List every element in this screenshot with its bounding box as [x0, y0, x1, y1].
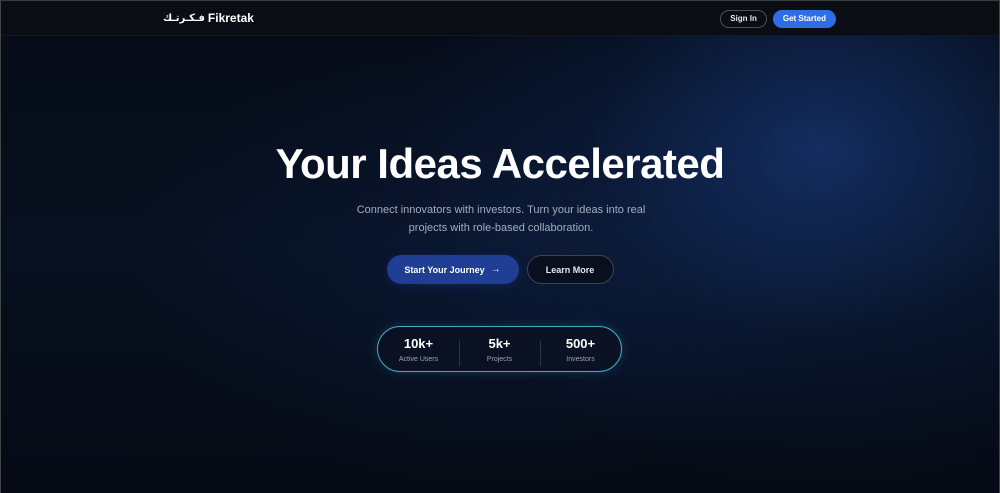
start-journey-button[interactable]: Start Your Journey →	[386, 255, 519, 284]
arrow-right-icon: →	[490, 264, 501, 275]
stat-value: 10k+	[403, 335, 434, 351]
sign-in-button[interactable]: Sign In	[720, 10, 767, 28]
hero-subtitle-line-1: Connect innovators with investors. Turn …	[356, 204, 646, 216]
stat-label: Active Users	[398, 355, 439, 363]
get-started-button[interactable]: Get Started	[772, 10, 836, 28]
stats-panel: 10k+ Active Users 5k+ Projects 500+ Inve…	[377, 326, 622, 372]
stat-projects: 5k+ Projects	[459, 335, 540, 366]
landing-page: فـكـرتـك Fikretak Sign In Get Started Yo…	[0, 0, 1000, 493]
stat-active-users: 10k+ Active Users	[378, 336, 459, 363]
hero-title: Your Ideas Accelerated	[275, 140, 725, 187]
brand-arabic-text: فـكـرتـك	[163, 12, 205, 24]
stat-investors: 500+ Investors	[540, 335, 621, 366]
stat-value: 500+	[565, 335, 596, 351]
stat-value: 5k+	[488, 335, 511, 351]
brand-logo[interactable]: فـكـرتـك Fikretak	[163, 11, 254, 25]
stat-label: Investors	[566, 355, 595, 363]
start-journey-label: Start Your Journey	[404, 264, 485, 275]
top-navbar: فـكـرتـك Fikretak Sign In Get Started	[1, 0, 999, 36]
nav-actions: Sign In Get Started	[720, 10, 836, 28]
stat-label: Projects	[486, 355, 513, 363]
cta-row: Start Your Journey → Learn More	[1, 255, 999, 284]
learn-more-button[interactable]: Learn More	[526, 255, 614, 284]
hero-subtitle-line-2: projects with role-based collaboration.	[408, 222, 594, 234]
hero-subtitle: Connect innovators with investors. Turn …	[341, 201, 661, 237]
brand-name: Fikretak	[207, 11, 254, 25]
